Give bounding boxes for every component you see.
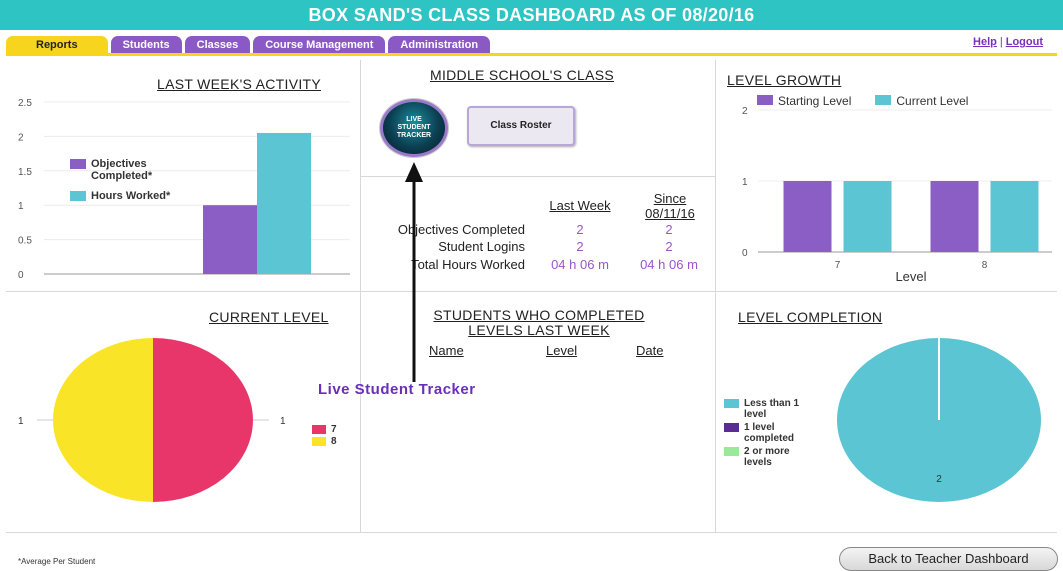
class-title: MIDDLE SCHOOL'S CLASS [430,67,615,83]
tick-label: 2.5 [18,98,32,109]
bar [783,181,832,252]
dashboard-title: BOX SAND'S CLASS DASHBOARD AS OF 08/20/1… [0,0,1063,30]
tick-label: 1.5 [18,167,32,178]
tab-classes[interactable]: Classes [184,36,251,54]
tab-administration[interactable]: Administration [388,36,491,54]
tick-label: 0 [18,270,24,281]
stat-value: 2 [576,222,584,237]
legend-swatch [312,425,326,434]
legend-swatch [724,399,739,408]
stat-value: 04 h 06 m [640,257,698,272]
col-header-date: Date [636,343,664,358]
legend-label: Less than 1 level [744,398,800,420]
stat-value: 2 [665,222,673,237]
bar [843,181,892,252]
legend-item: Hours Worked* [70,190,190,202]
data-label: 2 [936,474,942,485]
live-student-tracker-button[interactable]: LIVE STUDENT TRACKER [380,99,448,157]
link-separator: | [999,36,1003,48]
tick-label: 1 [742,177,748,188]
stat-value: 2 [665,239,673,254]
tick-label: 1 [18,201,24,212]
title-line: STUDENTS WHO COMPLETED [433,307,645,323]
tick-label: 0 [742,248,748,259]
level-growth-title: LEVEL GROWTH [727,72,842,88]
tick-label: 8 [982,260,988,271]
logout-link[interactable]: Logout [1006,36,1043,48]
completion-legend: Less than 1 level 1 level completed 2 or… [724,398,824,476]
legend-label: Objectives Completed* [91,158,153,182]
grid-divider [6,291,1057,292]
current-level-chart: 11 [18,338,286,502]
col-header-name: Name [429,343,464,358]
back-to-teacher-dashboard-button[interactable]: Back to Teacher Dashboard [839,547,1058,571]
grid-divider [715,60,716,532]
legend-label: 1 level completed [744,422,795,444]
legend-swatch [724,423,739,432]
bar [990,181,1039,252]
col-header-last-week: Last Week [549,198,611,213]
students-completed-title: STUDENTS WHO COMPLETED LEVELS LAST WEEK [412,308,666,338]
stat-value: 2 [576,239,584,254]
since-date: 08/11/16 [645,206,695,221]
stat-value: 04 h 06 m [551,257,609,272]
pie-slice [53,338,154,502]
legend-label: 2 or more levels [744,446,790,468]
col-header-since: Since 08/11/16 [630,191,710,221]
class-roster-button[interactable]: Class Roster [467,106,575,146]
pie-slice [153,338,253,502]
tracker-button-label: LIVE STUDENT TRACKER [396,116,432,139]
legend-label: 8 [331,436,337,447]
tick-label: 2 [742,106,748,117]
level-completion-title: LEVEL COMPLETION [738,309,883,325]
grid-divider [360,60,361,532]
main-tabs: Reports Students Classes Course Manageme… [6,36,491,54]
legend-item: 1 level completed [724,422,824,444]
tab-course-management[interactable]: Course Management [253,36,386,54]
last-week-activity-title: LAST WEEK'S ACTIVITY [157,76,322,92]
footnote: *Average Per Student [18,557,96,566]
level-growth-chart: 2 1 0 7 8 Level [742,106,1052,284]
current-level-legend: 7 8 [312,424,337,455]
grid-divider [6,532,1057,533]
legend-swatch [70,191,86,201]
stat-label: Total Hours Worked [411,257,525,272]
col-header-level: Level [546,343,578,358]
legend-item: Less than 1 level [724,398,824,420]
top-links: Help | Logout [973,36,1043,48]
annotation-arrow [405,162,423,382]
since-label: Since [653,191,687,206]
level-completion-chart: 2 [837,338,1041,502]
stat-label: Objectives Completed [397,222,525,237]
activity-legend: Objectives Completed* Hours Worked* [70,158,190,210]
legend-swatch [312,437,326,446]
legend-item: 2 or more levels [724,446,824,468]
legend-swatch [70,159,86,169]
tick-label: 7 [835,260,841,271]
legend-label: Hours Worked* [91,190,171,202]
title-line: LEVELS LAST WEEK [468,322,610,338]
stat-label: Student Logins [438,239,525,254]
data-label: 1 [18,416,24,427]
legend-swatch [724,447,739,456]
current-level-title: CURRENT LEVEL [209,309,329,325]
legend-label: 7 [331,424,337,435]
tab-students[interactable]: Students [110,36,182,54]
bar [203,205,257,274]
tick-label: 0.5 [18,236,32,247]
legend-item: 7 [312,424,337,435]
legend-item: Objectives Completed* [70,158,190,182]
help-link[interactable]: Help [973,36,997,48]
tab-reports[interactable]: Reports [6,36,108,54]
tab-underline [6,53,1057,56]
bar [930,181,979,252]
legend-item: 8 [312,436,337,447]
data-label: 1 [280,416,286,427]
tick-label: 2 [18,132,24,143]
bar [257,132,311,274]
annotation-label: Live Student Tracker [318,381,476,398]
x-axis-label: Level [895,269,926,284]
